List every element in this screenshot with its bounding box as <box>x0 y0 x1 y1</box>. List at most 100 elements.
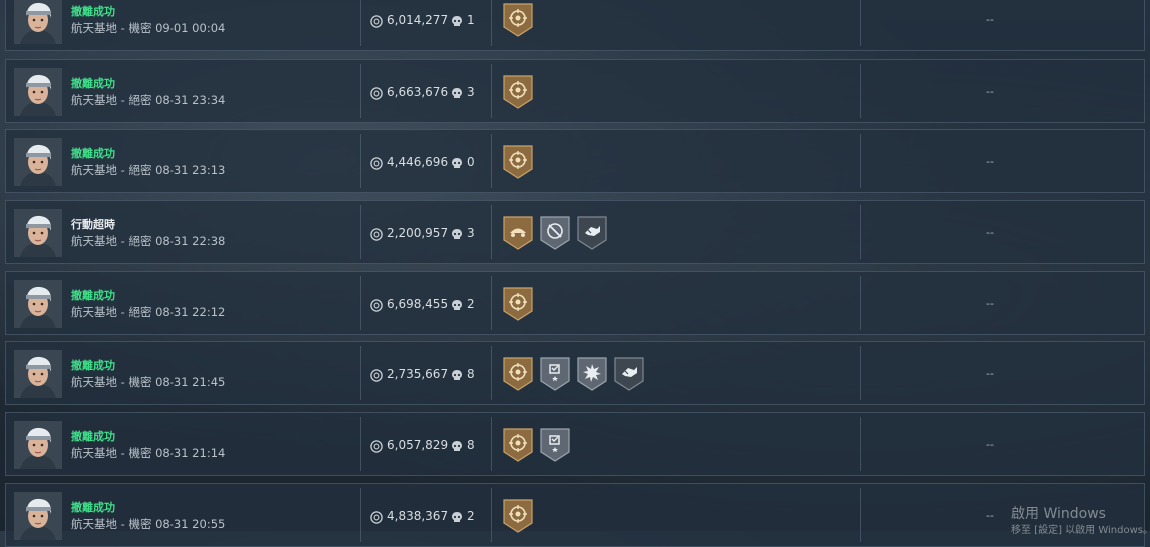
map-mode-time: 航天基地 - 絕密 08-31 22:12 <box>71 305 226 319</box>
match-status: 撤離成功 <box>71 5 115 18</box>
match-row[interactable]: 撤離成功 航天基地 - 絕密 08-31 22:12 6,698,455 2 -- <box>5 271 1145 335</box>
match-row[interactable]: 撤離成功航天基地 - 絕密 08-31 23:34 6,663,676 3 -- <box>5 59 1145 123</box>
match-row[interactable]: 行動超時航天基地 - 絕密 08-31 22:38 2,200,957 3 -- <box>5 200 1145 264</box>
column-divider <box>491 134 492 188</box>
column-divider <box>860 0 861 46</box>
operator-avatar <box>14 68 62 116</box>
match-status: 撤離成功 <box>71 430 115 443</box>
silver-shield-star-badge-icon[interactable] <box>540 428 570 462</box>
column-divider <box>360 0 361 46</box>
column-divider <box>360 276 361 330</box>
extra-info: -- <box>986 438 994 451</box>
column-divider <box>491 205 492 259</box>
match-status: 撤離成功 <box>71 501 115 514</box>
operator-avatar <box>14 209 62 257</box>
match-row[interactable]: 撤離成功 航天基地 - 機密 08-31 21:14 6,057,829 8 -- <box>5 412 1145 476</box>
coin-icon <box>370 13 383 28</box>
coin-icon <box>370 438 383 453</box>
skull-icon <box>451 13 463 26</box>
extra-info: -- <box>986 297 994 310</box>
match-row[interactable]: 撤離成功 航天基地 - 機密 09-01 00:04 6,014,277 1 -- <box>5 0 1145 51</box>
skull-icon <box>451 367 463 380</box>
money-value: 4,838,367 <box>387 509 449 523</box>
coin-icon <box>370 155 383 170</box>
money-value: 6,057,829 <box>387 438 449 452</box>
extra-info: -- <box>986 367 994 380</box>
map-mode-time: 航天基地 - 機密 08-31 20:55 <box>71 517 226 531</box>
kill-count: 2 <box>467 297 475 311</box>
money-value: 4,446,696 <box>387 155 449 169</box>
coin-icon <box>370 297 383 312</box>
column-divider <box>860 64 861 118</box>
skull-icon <box>451 226 463 239</box>
money-value: 2,200,957 <box>387 226 449 240</box>
column-divider <box>360 488 361 542</box>
map-mode-time: 航天基地 - 絕密 08-31 23:34 <box>71 93 226 107</box>
bronze-crest-badge-icon[interactable] <box>503 75 533 109</box>
column-divider <box>860 205 861 259</box>
match-row[interactable]: 撤離成功航天基地 - 絕密 08-31 23:13 4,446,696 0 -- <box>5 129 1145 193</box>
column-divider <box>491 417 492 471</box>
kill-count: 1 <box>467 13 475 27</box>
windows-activation-title: 啟用 Windows <box>1011 506 1106 522</box>
match-status: 撤離成功 <box>71 359 115 372</box>
extra-info: -- <box>986 85 994 98</box>
coin-icon <box>370 85 383 100</box>
kill-count: 2 <box>467 509 475 523</box>
silver-burst-badge-icon[interactable] <box>577 357 607 391</box>
money-value: 6,698,455 <box>387 297 449 311</box>
extra-info: -- <box>986 155 994 168</box>
operator-avatar <box>14 138 62 186</box>
map-mode-time: 航天基地 - 絕密 08-31 22:38 <box>71 234 226 248</box>
column-divider <box>360 64 361 118</box>
column-divider <box>860 134 861 188</box>
map-mode-time: 航天基地 - 機密 08-31 21:45 <box>71 375 226 389</box>
skull-icon <box>451 509 463 522</box>
coin-icon <box>370 226 383 241</box>
bronze-vehicle-badge-icon[interactable] <box>503 216 533 250</box>
bronze-crest-badge-icon[interactable] <box>503 428 533 462</box>
silver-crosshair-badge-icon[interactable] <box>540 216 570 250</box>
bronze-crest-badge-icon[interactable] <box>503 357 533 391</box>
operator-avatar <box>14 350 62 398</box>
kill-count: 3 <box>467 226 475 240</box>
dark-hand-badge-icon[interactable] <box>614 357 644 391</box>
bronze-crest-badge-icon[interactable] <box>503 3 533 37</box>
skull-icon <box>451 297 463 310</box>
bronze-crest-badge-icon[interactable] <box>503 287 533 321</box>
operator-avatar <box>14 0 62 44</box>
bronze-crest-badge-icon[interactable] <box>503 499 533 533</box>
match-row[interactable]: 撤離成功 航天基地 - 機密 08-31 21:45 2,735,667 8 -- <box>5 341 1145 405</box>
kill-count: 8 <box>467 367 475 381</box>
kill-count: 3 <box>467 85 475 99</box>
column-divider <box>491 346 492 400</box>
column-divider <box>360 417 361 471</box>
extra-info: -- <box>986 13 994 26</box>
match-status: 行動超時 <box>71 218 115 231</box>
column-divider <box>860 276 861 330</box>
column-divider <box>491 64 492 118</box>
windows-activation-subtitle: 移至 [設定] 以啟用 Windows。 <box>1011 525 1150 536</box>
column-divider <box>860 488 861 542</box>
map-mode-time: 航天基地 - 機密 08-31 21:14 <box>71 446 226 460</box>
kill-count: 0 <box>467 155 475 169</box>
coin-icon <box>370 509 383 524</box>
column-divider <box>491 488 492 542</box>
column-divider <box>860 346 861 400</box>
map-mode-time: 航天基地 - 絕密 08-31 23:13 <box>71 163 226 177</box>
bronze-crest-badge-icon[interactable] <box>503 145 533 179</box>
column-divider <box>491 276 492 330</box>
column-divider <box>360 205 361 259</box>
money-value: 6,663,676 <box>387 85 449 99</box>
extra-info: -- <box>986 226 994 239</box>
match-status: 撤離成功 <box>71 77 115 90</box>
match-status: 撤離成功 <box>71 147 115 160</box>
column-divider <box>491 0 492 46</box>
operator-avatar <box>14 280 62 328</box>
operator-avatar <box>14 492 62 540</box>
match-row[interactable]: 撤離成功 航天基地 - 機密 08-31 20:55 4,838,367 2 -- <box>5 483 1145 547</box>
column-divider <box>360 134 361 188</box>
dark-hand-badge-icon[interactable] <box>577 216 607 250</box>
silver-shield-star-badge-icon[interactable] <box>540 357 570 391</box>
coin-icon <box>370 367 383 382</box>
